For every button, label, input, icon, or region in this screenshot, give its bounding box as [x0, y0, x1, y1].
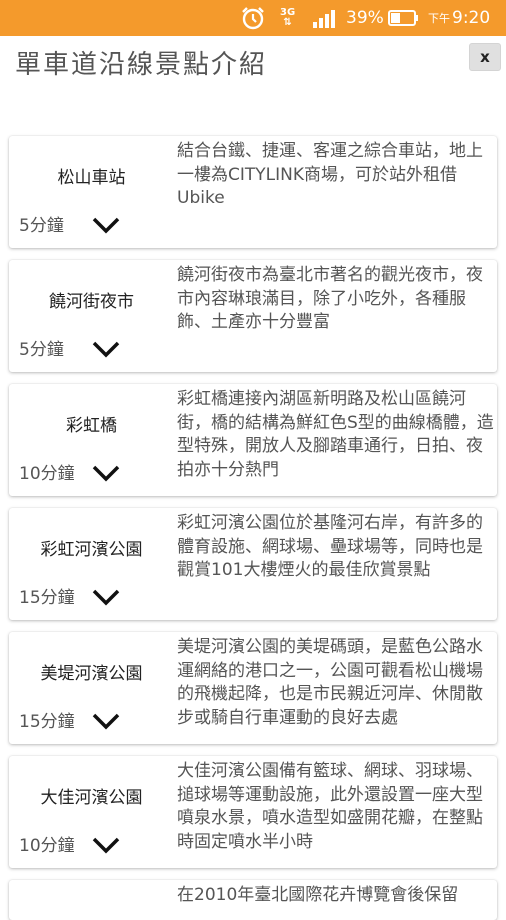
- spot-list: 松山車站 5分鐘 結合台鐵、捷運、客運之綜合車站，地上一樓為CITYLINK商場…: [9, 136, 497, 920]
- spot-name: 彩虹河濱公園: [40, 540, 143, 560]
- spot-description: 美堤河濱公園的美堤碼頭，是藍色公路水運網絡的港口之一，公園可觀看松山機場的飛機起…: [177, 637, 483, 728]
- spot-card[interactable]: 彩虹河濱公園 15分鐘 彩虹河濱公園位於基隆河右岸，有許多的體育設施、網球場、壘…: [9, 508, 497, 620]
- spot-name: 大佳河濱公園: [40, 788, 143, 808]
- spot-card[interactable]: 大佳河濱公園 10分鐘 大佳河濱公園備有籃球、網球、羽球場、搥球場等運動設施，此…: [9, 756, 497, 868]
- time-value: 9:20: [452, 8, 491, 28]
- spot-name: 饒河街夜市: [49, 292, 134, 312]
- spot-duration: 5分鐘: [19, 216, 64, 236]
- spot-duration: 10分鐘: [19, 464, 75, 484]
- header: 單車道沿線景點介紹: [0, 36, 506, 96]
- time-period: 下午: [428, 12, 450, 25]
- page-title: 單車道沿線景點介紹: [15, 50, 268, 80]
- clock: 下午 9:20: [428, 0, 490, 36]
- signal-icon: [312, 0, 340, 36]
- spot-duration: 5分鐘: [19, 340, 64, 360]
- chevron-down-icon[interactable]: [91, 214, 121, 236]
- chevron-down-icon[interactable]: [91, 586, 121, 608]
- spot-card[interactable]: 美堤河濱公園 15分鐘 美堤河濱公園的美堤碼頭，是藍色公路水運網絡的港口之一，公…: [9, 632, 497, 744]
- data-arrows-icon: ⇅: [283, 17, 292, 28]
- chevron-down-icon[interactable]: [91, 338, 121, 360]
- spot-description: 大佳河濱公園備有籃球、網球、羽球場、搥球場等運動設施，此外還設置一座大型噴泉水景…: [177, 761, 483, 852]
- spot-duration: 15分鐘: [19, 712, 75, 732]
- spot-description: 彩虹河濱公園位於基隆河右岸，有許多的體育設施、網球場、壘球場等，同時也是觀賞10…: [177, 513, 483, 580]
- network-type: 3G ⇅: [280, 7, 296, 28]
- battery-icon: [388, 0, 420, 36]
- spot-name: 松山車站: [57, 168, 126, 188]
- spot-card[interactable]: 松山車站 5分鐘 結合台鐵、捷運、客運之綜合車站，地上一樓為CITYLINK商場…: [9, 136, 497, 248]
- spot-description: 在2010年臺北國際花卉博覽會後保留: [177, 885, 459, 905]
- spot-name: 彩虹橋: [66, 416, 117, 436]
- spot-duration: 10分鐘: [19, 836, 75, 856]
- spot-description: 彩虹橋連接內湖區新明路及松山區饒河街，橋的結構為鮮紅色S型的曲線橋體，造型特殊，…: [177, 389, 494, 480]
- spot-card[interactable]: 饒河街夜市 5分鐘 饒河街夜市為臺北市著名的觀光夜市，夜市內容琳琅滿目，除了小吃…: [9, 260, 497, 372]
- chevron-down-icon[interactable]: [91, 834, 121, 856]
- spot-name: 美堤河濱公園: [40, 664, 143, 684]
- battery-percent: 39%: [346, 8, 384, 28]
- close-button[interactable]: x: [469, 43, 501, 71]
- spot-description: 結合台鐵、捷運、客運之綜合車站，地上一樓為CITYLINK商場，可於站外租借Ub…: [177, 141, 483, 208]
- spot-description: 饒河街夜市為臺北市著名的觀光夜市，夜市內容琳琅滿目，除了小吃外，各種服飾、土產亦…: [177, 265, 483, 332]
- spot-card[interactable]: 彩虹橋 10分鐘 彩虹橋連接內湖區新明路及松山區饒河街，橋的結構為鮮紅色S型的曲…: [9, 384, 497, 496]
- spot-duration: 15分鐘: [19, 588, 75, 608]
- spot-card[interactable]: 在2010年臺北國際花卉博覽會後保留: [9, 880, 497, 920]
- chevron-down-icon[interactable]: [91, 462, 121, 484]
- chevron-down-icon[interactable]: [91, 710, 121, 732]
- alarm-icon: [240, 0, 266, 36]
- status-bar: 3G ⇅ 39% 下午 9:20: [0, 0, 506, 36]
